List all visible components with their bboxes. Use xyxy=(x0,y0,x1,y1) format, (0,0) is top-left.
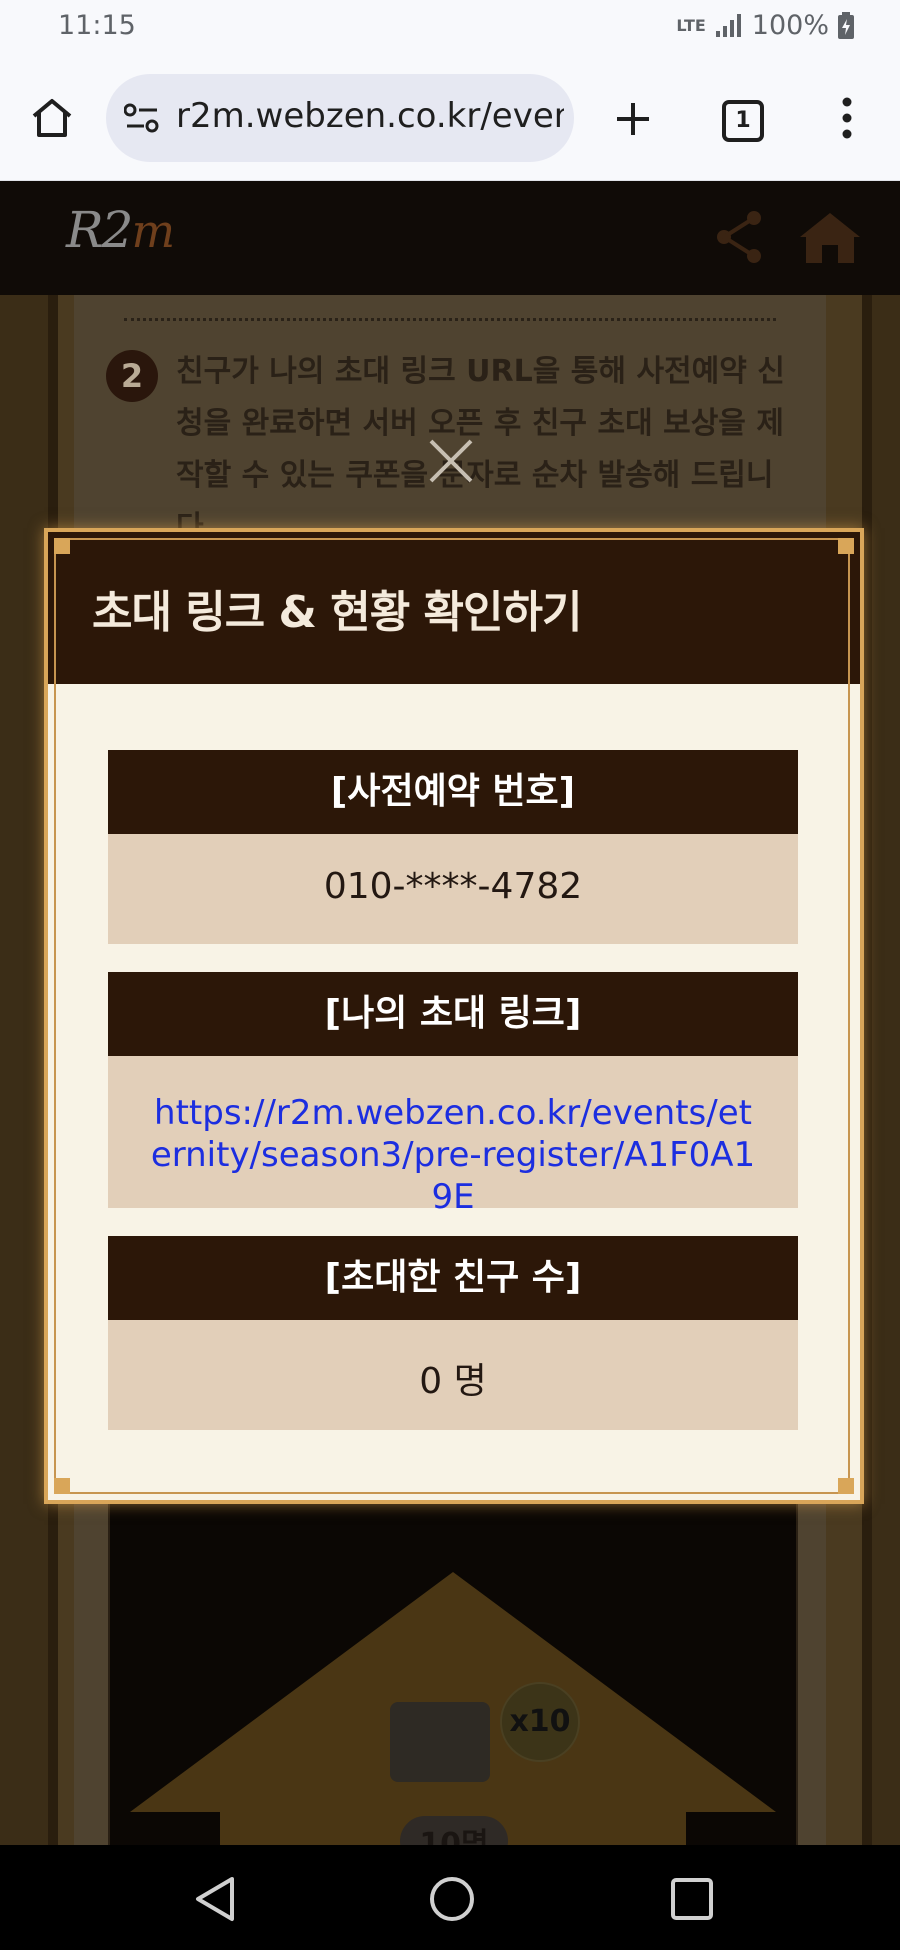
step-description: 친구가 나의 초대 링크 URL을 통해 사전예약 신청을 완료하면 서버 오픈… xyxy=(176,354,785,534)
corner-ornament-br xyxy=(838,1478,854,1494)
tab-count: 1 xyxy=(735,108,751,133)
browser-toolbar: r2m.webzen.co.kr/event 1 xyxy=(0,58,900,181)
address-bar[interactable]: r2m.webzen.co.kr/event xyxy=(106,74,574,162)
new-tab-icon[interactable] xyxy=(614,100,652,138)
back-icon[interactable] xyxy=(192,1875,238,1923)
reward-panel: x10 10명 xyxy=(108,1500,798,1864)
invited-friends-label: [초대한 친구 수] xyxy=(108,1236,798,1320)
recents-icon[interactable] xyxy=(670,1877,714,1921)
site-home-icon[interactable] xyxy=(798,209,862,265)
reward-multiplier: x10 xyxy=(500,1682,580,1762)
android-nav-bar xyxy=(0,1845,900,1950)
corner-ornament-bl xyxy=(54,1478,70,1494)
preregister-number-value: 010-****-4782 xyxy=(108,834,798,944)
reward-card-icon xyxy=(390,1702,490,1782)
corner-ornament-tl xyxy=(54,538,70,554)
network-label: LTE xyxy=(676,16,706,35)
status-bar: 11:15 LTE 100% xyxy=(0,0,900,58)
logo-r2: R2 xyxy=(66,201,133,259)
menu-icon[interactable] xyxy=(836,96,858,140)
status-indicators: LTE 100% xyxy=(676,10,855,41)
modal-header: 초대 링크 & 현황 확인하기 xyxy=(48,532,860,684)
site-logo[interactable]: R2m xyxy=(66,201,175,259)
invite-link-value[interactable]: https://r2m.webzen.co.kr/events/eternity… xyxy=(108,1056,798,1217)
site-header: R2m xyxy=(0,181,900,295)
share-icon[interactable] xyxy=(714,209,764,265)
battery-icon xyxy=(838,11,854,39)
logo-m: m xyxy=(131,204,175,258)
corner-ornament-tr xyxy=(838,538,854,554)
invited-friends-count: 0 명 xyxy=(419,1361,487,1402)
home-nav-icon[interactable] xyxy=(428,1875,476,1923)
step-number: 2 xyxy=(106,350,158,402)
home-icon[interactable] xyxy=(30,96,74,140)
invite-modal: 초대 링크 & 현황 확인하기 [사전예약 번호] 010-****-4782 … xyxy=(44,528,864,1504)
preregister-number-label: [사전예약 번호] xyxy=(108,750,798,834)
signal-icon xyxy=(715,13,741,37)
url-text[interactable]: r2m.webzen.co.kr/event xyxy=(176,96,564,136)
invited-friends-value: 0 명 xyxy=(108,1320,798,1430)
site-info-icon[interactable] xyxy=(124,102,160,134)
close-icon[interactable] xyxy=(428,438,474,484)
battery-percent: 100% xyxy=(751,10,829,41)
preregister-number-text: 010-****-4782 xyxy=(323,866,583,907)
invite-link-label: [나의 초대 링크] xyxy=(108,972,798,1056)
status-time: 11:15 xyxy=(58,10,136,41)
modal-title: 초대 링크 & 현황 확인하기 xyxy=(92,587,582,638)
dotted-divider xyxy=(124,318,776,321)
tab-switcher-icon[interactable]: 1 xyxy=(722,100,764,142)
